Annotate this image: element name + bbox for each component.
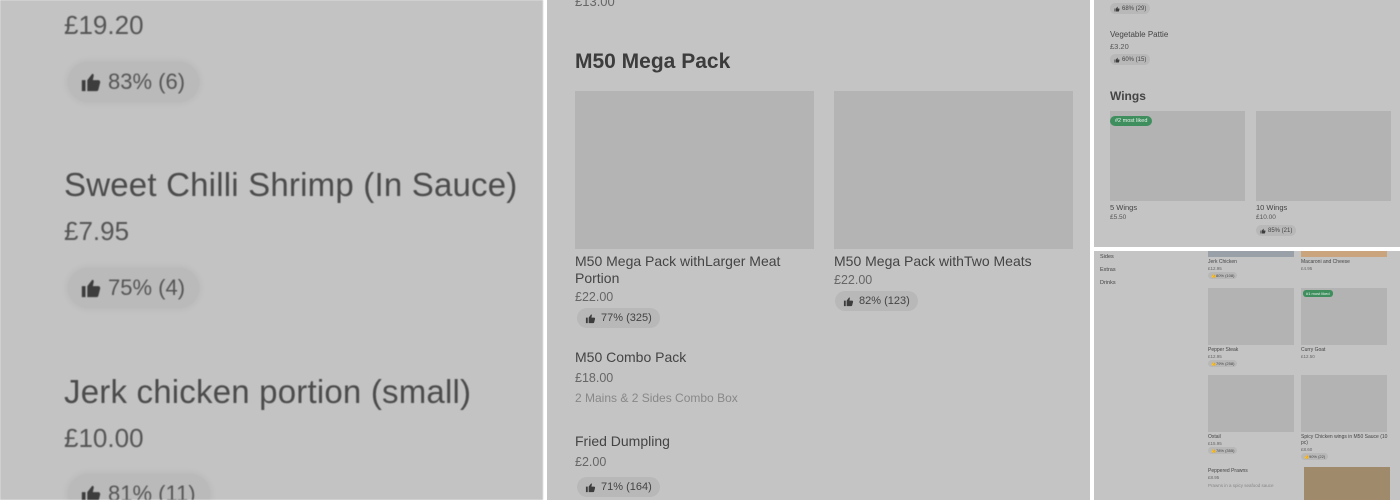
rating-text: 60% (15) (1122, 56, 1147, 63)
thumbs-up-icon (585, 313, 596, 323)
sidebar-item-drinks[interactable]: Drinks (1100, 280, 1116, 286)
item-price: £5.50 (1110, 214, 1127, 221)
item-price: £12.95 (1208, 354, 1222, 359)
item-image[interactable] (1301, 375, 1387, 432)
item-name[interactable]: Oxtail (1208, 434, 1221, 440)
item-name[interactable]: Curry Goat (1301, 347, 1325, 353)
item-price: £2.00 (575, 455, 607, 469)
item-name[interactable]: Fried Dumpling (575, 433, 670, 450)
item-image[interactable] (575, 91, 814, 249)
item-image[interactable] (1304, 467, 1390, 500)
sidebar-item-sides[interactable]: Sides (1100, 254, 1114, 260)
rating-badge[interactable]: 👍 90% (22) (1301, 453, 1329, 460)
item-name[interactable]: Sweet Chilli Shrimp (In Sauce) (64, 166, 518, 204)
rating-text: 81% (11) (108, 481, 196, 500)
item-name[interactable]: Pepper Steak (1208, 347, 1238, 353)
item-name[interactable]: Jerk Chicken (1208, 259, 1237, 265)
item-image[interactable] (1208, 375, 1294, 432)
rating-text: 85% (21) (1268, 227, 1293, 234)
item-image[interactable] (1301, 251, 1387, 257)
rating-badge[interactable]: 👍 78% (355) (1208, 447, 1238, 454)
rating-badge[interactable]: 👍 79% (258) (1208, 360, 1238, 367)
item-name[interactable]: 10 Wings (1256, 203, 1287, 212)
item-name[interactable]: Peppered Prawns (1208, 468, 1248, 474)
item-price: £19.20 (64, 10, 144, 40)
item-name[interactable]: M50 Mega Pack withLarger Meat Portion (575, 253, 780, 287)
rating-badge[interactable]: 75% (4) (68, 268, 200, 308)
item-image[interactable] (1256, 111, 1391, 201)
thumbs-up-icon (80, 483, 102, 500)
menu-section-panel: £13.00 M50 Mega Pack M50 Mega Pack withL… (547, 0, 1090, 500)
item-name[interactable]: Spicy Chicken wings in M50 Sauce (10 pc) (1301, 434, 1389, 446)
most-liked-badge: #2 most liked (1110, 116, 1153, 126)
rating-badge[interactable]: 77% (325) (577, 308, 660, 328)
rating-text: 83% (6) (108, 69, 186, 94)
rating-text: 68% (29) (1122, 5, 1147, 12)
item-price: £8.95 (1208, 475, 1220, 480)
thumbs-up-icon (585, 482, 596, 492)
item-price: £3.20 (1110, 42, 1129, 51)
item-price: £12.95 (1208, 266, 1222, 271)
item-price: £7.95 (64, 216, 130, 246)
rating-text: 82% (123) (859, 295, 910, 307)
item-name[interactable]: Jerk chicken portion (small) (64, 373, 471, 411)
rating-badge[interactable]: 83% (6) (68, 62, 200, 102)
sidebar-item-extras[interactable]: Extras (1100, 267, 1116, 273)
rating-badge[interactable]: 60% (15) (1110, 54, 1151, 65)
zoomed-out-menu-panel: Sides Extras Drinks Jerk Chicken £12.95 … (1094, 251, 1400, 500)
rating-text: 77% (325) (601, 312, 652, 324)
item-name[interactable]: Macaroni and Cheese (1301, 259, 1350, 265)
thumbs-up-icon (80, 71, 102, 93)
rating-badge[interactable]: 68% (29) (1110, 3, 1151, 14)
item-price: £4.95 (1301, 266, 1313, 271)
item-price: £10.00 (64, 423, 144, 453)
thumbs-up-icon (80, 277, 102, 299)
section-title: M50 Mega Pack (575, 50, 731, 73)
item-price: £8.60 (1301, 447, 1313, 452)
item-price: £13.00 (575, 0, 615, 9)
item-description: Prawns in a spicy seafood sauce (1208, 483, 1274, 488)
thumbs-up-icon (1114, 57, 1120, 62)
zoomed-menu-panel: £19.20 83% (6) Sweet Chilli Shrimp (In S… (0, 0, 543, 500)
section-title: Wings (1110, 89, 1146, 103)
wings-panel: 68% (29) Vegetable Pattie £3.20 60% (15)… (1094, 0, 1400, 247)
item-price: £12.50 (1301, 354, 1315, 359)
item-description: 2 Mains & 2 Sides Combo Box (575, 391, 738, 405)
rating-text: 79% (258) (1215, 361, 1235, 366)
item-image[interactable] (834, 91, 1073, 249)
rating-badge[interactable]: 85% (21) (1256, 225, 1297, 236)
item-price: £22.00 (834, 273, 873, 287)
item-price: £15.95 (1208, 441, 1222, 446)
rating-text: 75% (4) (108, 275, 186, 300)
rating-text: 90% (22) (1308, 454, 1326, 459)
rating-text: 71% (164) (601, 481, 652, 493)
rating-badge[interactable]: 82% (123) (835, 291, 918, 311)
rating-text: 80% (108) (1215, 273, 1235, 278)
thumbs-up-icon (1114, 6, 1120, 11)
item-name[interactable]: M50 Combo Pack (575, 349, 686, 366)
most-liked-badge: #1 most liked (1303, 290, 1333, 297)
thumbs-up-icon (1260, 228, 1266, 233)
rating-badge[interactable]: 71% (164) (577, 477, 660, 497)
item-price: £10.00 (1256, 214, 1276, 221)
item-name[interactable]: M50 Mega Pack withTwo Meats (834, 253, 1032, 270)
item-image[interactable] (1208, 288, 1294, 345)
rating-text: 78% (355) (1215, 448, 1235, 453)
thumbs-up-icon (843, 296, 854, 306)
rating-badge[interactable]: 81% (11) (68, 474, 210, 500)
item-image[interactable] (1208, 251, 1294, 257)
item-name[interactable]: 5 Wings (1110, 203, 1137, 212)
rating-badge[interactable]: 👍 80% (108) (1208, 272, 1238, 279)
item-price: £18.00 (575, 371, 614, 385)
item-price: £22.00 (575, 290, 614, 304)
item-name-line: M50 Mega Pack withLarger Meat (575, 253, 781, 269)
item-name-line: Portion (575, 270, 620, 286)
item-name[interactable]: Vegetable Pattie (1110, 30, 1168, 39)
